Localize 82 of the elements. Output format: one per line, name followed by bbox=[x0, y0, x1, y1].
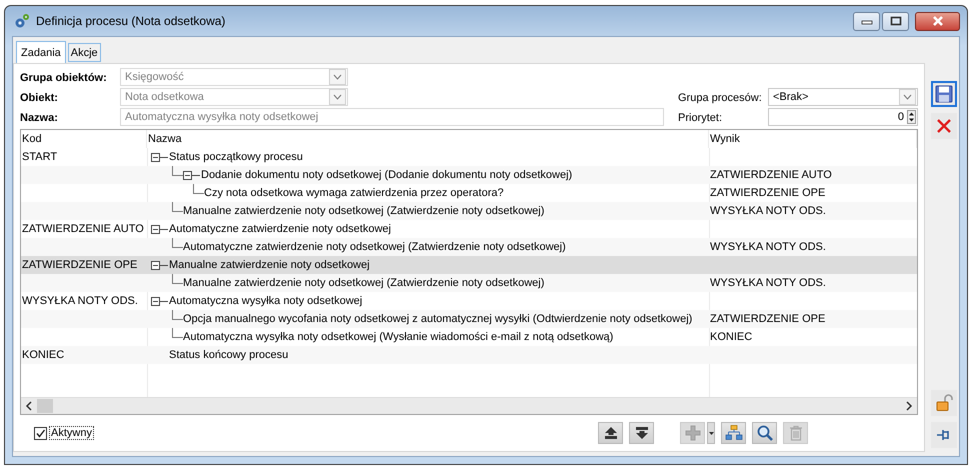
caret-icon[interactable] bbox=[708, 432, 714, 434]
tree-item-label: Manualne zatwierdzenie noty odsetkowej bbox=[169, 259, 370, 271]
minimize-button[interactable] bbox=[853, 12, 880, 30]
table-cell-text: KONIEC bbox=[21, 349, 66, 361]
field-label: Priorytet: bbox=[678, 112, 724, 124]
dropdown-caret-icon[interactable] bbox=[899, 89, 916, 105]
priority-spinner[interactable]: 0 bbox=[768, 108, 918, 126]
tree-item-label: Opcja manualnego wycofania noty odsetkowej z automatycznej wysyłki (Odtwierdzenie noty odsetkowej) bbox=[183, 313, 692, 325]
scrollbar-thumb[interactable] bbox=[37, 399, 53, 413]
column-header[interactable]: Wynik bbox=[709, 130, 917, 148]
horizontal-scrollbar[interactable] bbox=[21, 397, 917, 414]
tree-row[interactable]: Automatyczna wysyłka noty odsetkowej (Wysłanie wiadomości e-mail z notą odsetkową) KONIEC bbox=[21, 328, 917, 346]
table-cell-text: ZATWIERDZENIE AUTO bbox=[21, 223, 145, 235]
checkbox-label[interactable]: Aktywny bbox=[50, 427, 93, 439]
dropdown-caret-button[interactable] bbox=[707, 422, 715, 444]
tree-item-label: Automatyczna wysyłka noty odsetkowej bbox=[169, 295, 362, 307]
hierarchy-icon[interactable] bbox=[724, 424, 742, 442]
table-cell-text: START bbox=[21, 151, 58, 163]
tree-item-label: Automatyczna wysyłka noty odsetkowej (Wysłanie wiadomości e-mail z notą odsetkową) bbox=[183, 331, 614, 343]
tree-line bbox=[172, 328, 183, 338]
tree-line bbox=[172, 238, 183, 248]
tree-row[interactable]: Czy nota odsetkowa wymaga zatwierdzenia przez operatora? ZATWIERDZENIE OPE bbox=[21, 184, 917, 202]
scroll-left-icon[interactable] bbox=[25, 401, 33, 411]
tab[interactable]: Zadania bbox=[16, 41, 66, 63]
search-button[interactable] bbox=[752, 422, 777, 444]
table-cell-text: WYSYŁKA NOTY ODS. bbox=[709, 277, 827, 289]
column-header[interactable]: Kod bbox=[21, 130, 147, 148]
tree-line bbox=[172, 202, 183, 212]
field-label: Grupa procesów: bbox=[678, 92, 763, 104]
table-cell-text: ZATWIERDZENIE OPE bbox=[709, 187, 826, 199]
tree-row[interactable]: ZATWIERDZENIE AUTO Automatyczne zatwierdzenie noty odsetkowej bbox=[21, 220, 917, 238]
collapse-icon[interactable] bbox=[183, 170, 201, 180]
maximize-icon[interactable] bbox=[890, 16, 902, 26]
tree-row[interactable]: Manualne zatwierdzenie noty odsetkowej (Zatwierdzenie noty odsetkowej) WYSYŁKA NOTY ODS. bbox=[21, 274, 917, 292]
table-cell-text: WYSYŁKA NOTY ODS. bbox=[21, 295, 139, 307]
dropdown-field[interactable]: <Brak> bbox=[768, 88, 918, 106]
close-button[interactable] bbox=[915, 12, 960, 30]
tree-item-label: Dodanie dokumentu noty odsetkowej (Dodanie dokumentu noty odsetkowej) bbox=[201, 169, 572, 181]
table-cell-text: ZATWIERDZENIE OPE bbox=[709, 313, 826, 325]
arrow-up-button[interactable] bbox=[598, 422, 623, 444]
collapse-icon[interactable] bbox=[151, 296, 169, 306]
column-header[interactable]: Nazwa bbox=[147, 130, 709, 148]
table-cell-text: ZATWIERDZENIE AUTO bbox=[709, 169, 833, 181]
field-label: Nazwa: bbox=[20, 112, 59, 124]
tree-item-label: Manualne zatwierdzenie noty odsetkowej (Zatwierdzenie noty odsetkowej) bbox=[183, 277, 544, 289]
search-icon[interactable] bbox=[756, 424, 774, 442]
table-cell-text: WYSYŁKA NOTY ODS. bbox=[709, 205, 827, 217]
spin-arrows-icon[interactable] bbox=[907, 110, 916, 124]
close-icon[interactable] bbox=[930, 16, 944, 26]
checkbox[interactable] bbox=[34, 426, 47, 440]
tree-line bbox=[172, 274, 183, 284]
tree-item-label: Automatyczne zatwierdzenie noty odsetkowej (Zatwierdzenie noty odsetkowej) bbox=[183, 241, 566, 253]
tree-row[interactable]: KONIEC Status końcowy procesu bbox=[21, 346, 917, 364]
tab[interactable]: Akcje bbox=[68, 43, 101, 62]
table-cell-text: WYSYŁKA NOTY ODS. bbox=[709, 241, 827, 253]
field-label: Grupa obiektów: bbox=[20, 72, 108, 84]
collapse-icon[interactable] bbox=[151, 152, 169, 162]
window-title: Definicja procesu (Nota odsetkowa) bbox=[36, 14, 226, 28]
tree-row[interactable]: ZATWIERDZENIE OPE Manualne zatwierdzenie noty odsetkowej bbox=[21, 256, 917, 274]
tree-row[interactable]: START Status początkowy procesu bbox=[21, 148, 917, 166]
tree-row[interactable]: Automatyczne zatwierdzenie noty odsetkowej (Zatwierdzenie noty odsetkowej) WYSYŁKA NOTY ODS. bbox=[21, 238, 917, 256]
tree-row[interactable]: Opcja manualnego wycofania noty odsetkowej z automatycznej wysyłki (Odtwierdzenie noty odsetkowej) ZATWIERDZENIE OPE bbox=[21, 310, 917, 328]
tree-item-label: Status początkowy procesu bbox=[169, 151, 303, 163]
tree-row[interactable]: Manualne zatwierdzenie noty odsetkowej (Zatwierdzenie noty odsetkowej) WYSYŁKA NOTY ODS. bbox=[21, 202, 917, 220]
hierarchy-button[interactable] bbox=[721, 422, 746, 444]
table-cell-text: ZATWIERDZENIE OPE bbox=[21, 259, 138, 271]
gears-icon bbox=[14, 13, 30, 29]
tree-line bbox=[172, 310, 183, 320]
maximize-button[interactable] bbox=[882, 12, 909, 30]
tree-row[interactable]: WYSYŁKA NOTY ODS. Automatyczna wysyłka noty odsetkowej bbox=[21, 292, 917, 310]
collapse-icon[interactable] bbox=[151, 260, 169, 270]
tree-item-label: Automatyczne zatwierdzenie noty odsetkowej bbox=[169, 223, 391, 235]
tree-item-label: Manualne zatwierdzenie noty odsetkowej (Zatwierdzenie noty odsetkowej) bbox=[183, 205, 544, 217]
table-cell-text: KONIEC bbox=[709, 331, 754, 343]
tree-line bbox=[193, 184, 204, 194]
tree-row[interactable]: Dodanie dokumentu noty odsetkowej (Dodanie dokumentu noty odsetkowej) ZATWIERDZENIE AUTO bbox=[21, 166, 917, 184]
tree-item-label: Status końcowy procesu bbox=[169, 349, 288, 361]
arrow-down-button[interactable] bbox=[629, 422, 654, 444]
field-label: Obiekt: bbox=[20, 92, 59, 104]
collapse-icon[interactable] bbox=[151, 224, 169, 234]
tree-item-label: Czy nota odsetkowa wymaga zatwierdzenia przez operatora? bbox=[204, 187, 504, 199]
scroll-right-icon[interactable] bbox=[905, 401, 913, 411]
